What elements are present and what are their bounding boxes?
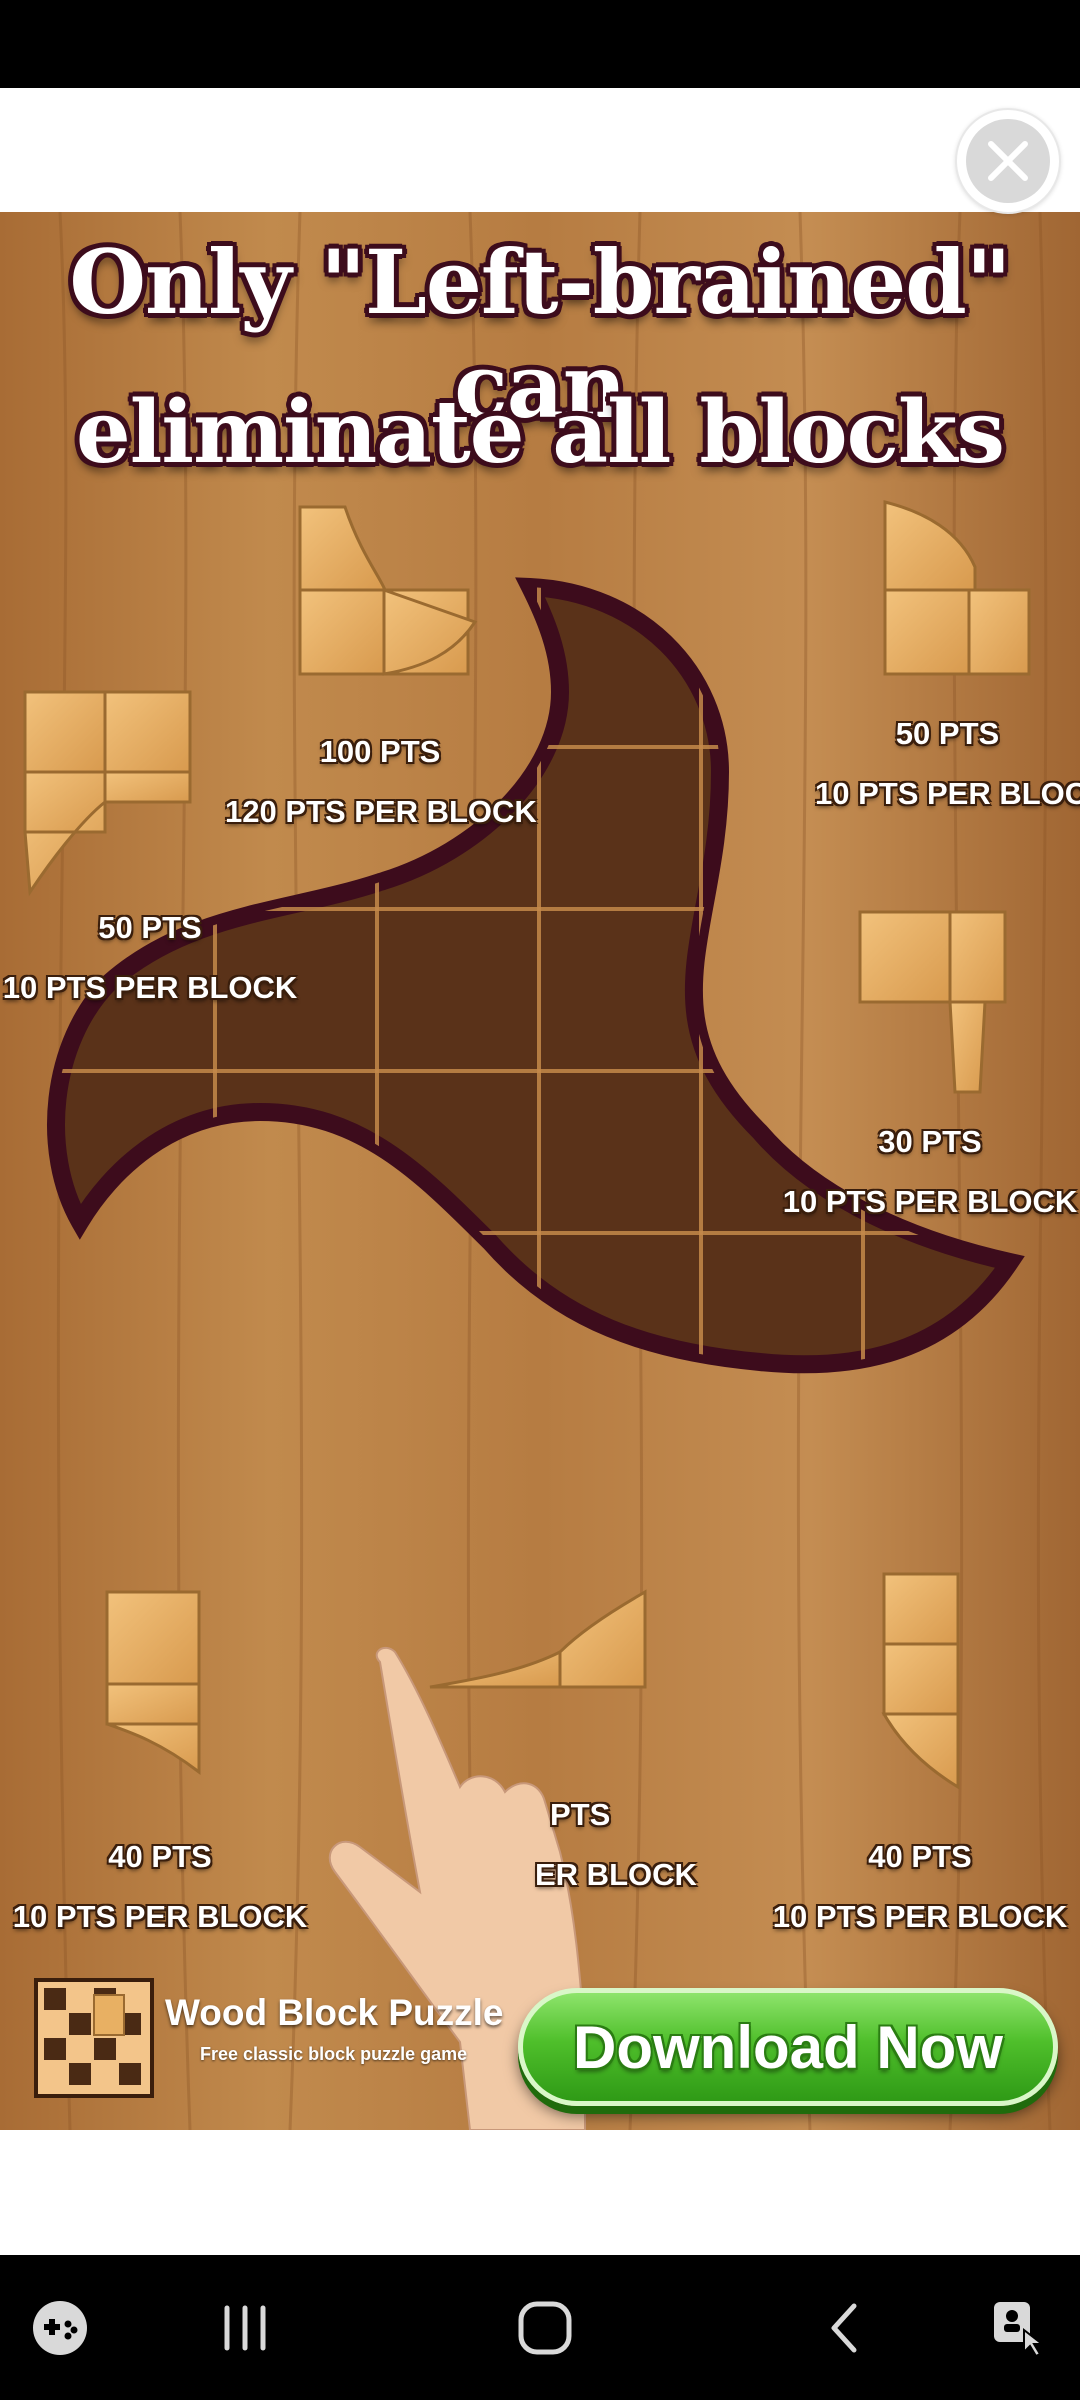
game-launcher-icon[interactable] bbox=[20, 2255, 100, 2400]
piece-1-score: 100 PTS 120 PTS PER BLOCK bbox=[225, 734, 537, 829]
piece-3-score: 50 PTS 10 PTS PER BLOCK bbox=[2, 910, 298, 1005]
piece-5-score: 40 PTS 10 PTS PER BLOCK bbox=[12, 1839, 308, 1934]
piece-7-score: 40 PTS 10 PTS PER BLOCK bbox=[772, 1839, 1068, 1934]
ad-top-margin bbox=[0, 88, 1080, 212]
close-ad-button[interactable] bbox=[955, 108, 1061, 214]
download-now-button[interactable]: Download Now bbox=[518, 1988, 1058, 2106]
app-name: Wood Block Puzzle bbox=[165, 1992, 504, 2033]
back-icon[interactable] bbox=[800, 2255, 890, 2400]
recent-apps-icon[interactable] bbox=[200, 2255, 290, 2400]
piece-6-score: PTS ER BLOCK bbox=[535, 1797, 697, 1892]
accessibility-icon[interactable] bbox=[975, 2255, 1065, 2400]
piece-4-score: 30 PTS 10 PTS PER BLOCK bbox=[782, 1124, 1078, 1219]
app-logo bbox=[34, 1978, 154, 2098]
app-tagline: Free classic block puzzle game bbox=[200, 2044, 468, 2064]
close-icon bbox=[966, 119, 1050, 203]
download-now-label: Download Now bbox=[573, 2013, 1003, 2081]
navigation-bar bbox=[0, 2255, 1080, 2400]
piece-2-score: 50 PTS10 PTS PER BLOCK bbox=[815, 716, 1080, 811]
ad-bottom-margin bbox=[0, 2130, 1080, 2255]
home-icon[interactable] bbox=[500, 2255, 590, 2400]
ad-banner[interactable]: Only "Left-brained" can eliminate all bl… bbox=[0, 212, 1080, 2130]
headline-line-2: eliminate all blocks bbox=[76, 382, 1005, 483]
status-bar bbox=[0, 0, 1080, 88]
